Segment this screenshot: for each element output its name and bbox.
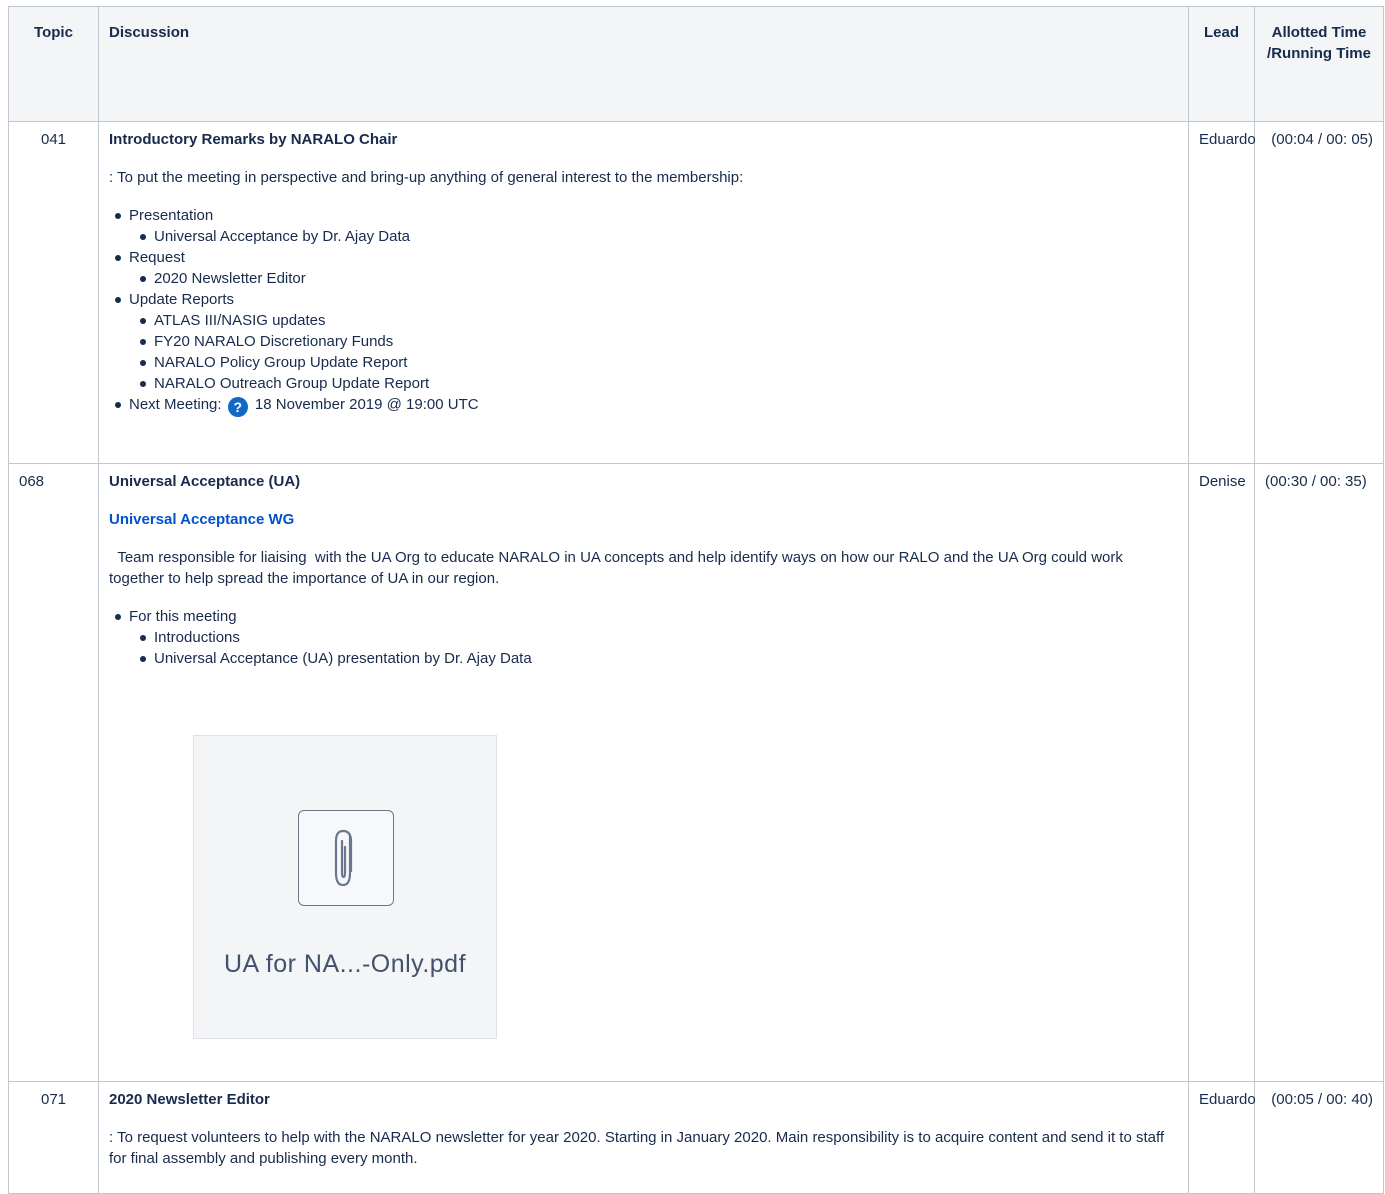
agenda-list: Presentation Universal Acceptance by Dr.…: [109, 205, 1178, 417]
header-topic: Topic: [8, 6, 99, 122]
topic-intro: : To put the meeting in perspective and …: [109, 169, 744, 186]
header-allotted-time: Allotted Time /Running Time: [1254, 6, 1384, 122]
question-circle-icon[interactable]: ?: [227, 397, 248, 417]
list-item: Universal Acceptance (UA) presentation b…: [140, 648, 1178, 669]
topic-intro: Team responsible for liaising with the U…: [109, 549, 1128, 587]
topic-number: 071: [8, 1081, 99, 1194]
list-item: NARALO Outreach Group Update Report: [140, 373, 1178, 394]
working-group-link[interactable]: Universal Acceptance WG: [109, 509, 1178, 530]
table-row: 068 Universal Acceptance (UA) Universal …: [8, 463, 1384, 1082]
topic-number: 041: [8, 121, 99, 464]
list-item: Update Reports ATLAS III/NASIG updates F…: [115, 289, 1178, 394]
header-discussion: Discussion: [98, 6, 1189, 122]
topic-title: Universal Acceptance (UA): [109, 473, 301, 490]
topic-number: 068: [8, 463, 99, 1082]
list-item: Request 2020 Newsletter Editor: [115, 247, 1178, 289]
topic-intro: : To request volunteers to help with the…: [109, 1129, 1165, 1167]
pdf-attachment-thumbnail[interactable]: UA for NA...-Only.pdf: [193, 735, 497, 1039]
discussion-cell: Introductory Remarks by NARALO Chair : T…: [98, 121, 1189, 464]
lead-name: Denise: [1188, 463, 1255, 1082]
agenda-list: For this meeting Introductions Universal…: [109, 606, 1178, 669]
list-item: Presentation Universal Acceptance by Dr.…: [115, 205, 1178, 247]
list-item: Universal Acceptance by Dr. Ajay Data: [140, 226, 1178, 247]
table-row: 071 2020 Newsletter Editor : To request …: [8, 1081, 1384, 1194]
list-item: Next Meeting: ? 18 November 2019 @ 19:00…: [115, 394, 1178, 417]
discussion-cell: Universal Acceptance (UA) Universal Acce…: [98, 463, 1189, 1082]
list-item: NARALO Policy Group Update Report: [140, 352, 1178, 373]
list-item: For this meeting Introductions Universal…: [115, 606, 1178, 669]
lead-name: Eduardo: [1188, 121, 1256, 464]
allotted-time: (00:04 / 00: 05): [1254, 121, 1384, 464]
allotted-time: (00:30 / 00: 35): [1254, 463, 1384, 1082]
attachment-filename: UA for NA...-Only.pdf: [223, 950, 467, 978]
discussion-cell: 2020 Newsletter Editor : To request volu…: [98, 1081, 1189, 1194]
header-row: Topic Discussion Lead Allotted Time /Run…: [8, 6, 1384, 122]
topic-title: 2020 Newsletter Editor: [109, 1091, 270, 1108]
agenda-table: Topic Discussion Lead Allotted Time /Run…: [8, 6, 1384, 1194]
list-item: FY20 NARALO Discretionary Funds: [140, 331, 1178, 352]
topic-title: Introductory Remarks by NARALO Chair: [109, 131, 398, 148]
paperclip-icon: [298, 810, 394, 906]
table-row: 041 Introductory Remarks by NARALO Chair…: [8, 121, 1384, 464]
header-lead: Lead: [1188, 6, 1255, 122]
list-item: Introductions: [140, 627, 1178, 648]
allotted-time: (00:05 / 00: 40): [1254, 1081, 1384, 1194]
lead-name: Eduardo: [1188, 1081, 1256, 1194]
list-item: ATLAS III/NASIG updates: [140, 310, 1178, 331]
list-item: 2020 Newsletter Editor: [140, 268, 1178, 289]
